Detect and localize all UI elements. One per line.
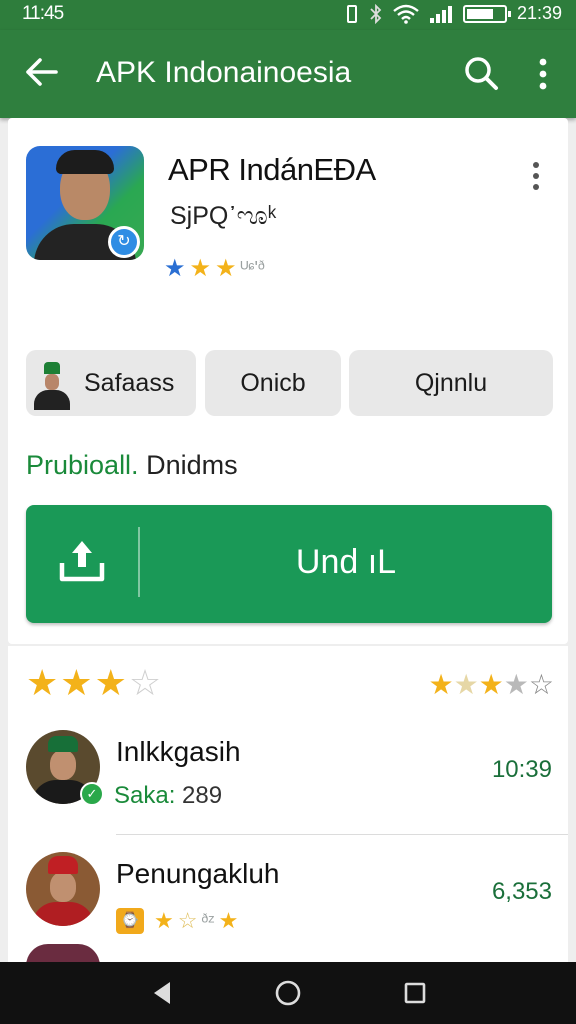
battery-icon [462,4,511,23]
review-value: 10:39 [491,756,552,783]
status-time: 11:45 [22,3,64,24]
nav-back-button[interactable] [148,978,178,1008]
star-icon: ᶞᶻ [201,910,215,931]
rating-trailing-text: ᵁᶝ'ᶞ [240,258,265,278]
status-icons: 21:39 [345,3,562,24]
app-subtitle: SjPQ᾿ೡᵏ [170,202,277,230]
more-vert-icon [533,162,539,190]
more-options-button[interactable] [528,52,558,96]
nav-home-button[interactable] [273,978,303,1008]
signal-icon [429,5,452,23]
chip-1[interactable]: Safaass [26,350,196,416]
chip-label: Onicb [240,368,306,397]
nav-recents-button[interactable] [400,978,430,1008]
star-icon: ★ [189,255,212,282]
star-icon: ★ [164,255,186,282]
arrow-back-icon [26,58,58,86]
app-name: APR IndánEÐA [168,152,376,187]
app-menu-button[interactable] [524,158,548,194]
reviews-section: ★★★☆ ★★★★☆ ✓ Inlkkgasih Saka: 289 10:39 … [8,646,568,966]
review-meta-value: 289 [182,782,223,809]
install-label: Und ıL [295,543,397,581]
star-icon: ★ [215,255,237,282]
watch-badge-icon: ⌚ [116,908,144,934]
review-rating: ⌚ ★ ☆ ᶞᶻ ★ [116,908,238,934]
app-bar: APK Indonainoesia [0,30,576,118]
divider [116,834,568,835]
review-name: Penungakluh [116,858,280,889]
more-vert-icon [539,58,547,90]
app-icon-hair [56,150,114,174]
search-button[interactable] [462,54,502,94]
promo-dark-text: Dnidms [146,450,238,480]
verified-check-icon: ✓ [80,782,104,806]
app-detail-card: ↻ APR IndánEÐA SjPQ᾿ೡᵏ ★ ★ ★ ᵁᶝ'ᶞ Safaas… [8,118,568,644]
review-meta: Saka: 289 [114,782,222,810]
square-recents-icon [404,982,426,1004]
star-icon: ★ [154,908,174,933]
review-value: 6,353 [491,878,552,905]
overall-rating-stars: ★★★☆ [26,662,164,703]
status-bar: 11:45 21:39 [0,0,576,30]
secondary-rating-stars: ★★★★☆ [428,669,554,700]
avatar [26,852,100,926]
refresh-badge-icon: ↻ [108,226,140,258]
wifi-icon [393,4,419,24]
app-bar-title: APK Indonainoesia [96,56,352,89]
chip-avatar [32,362,72,410]
search-icon [465,57,498,90]
review-name: Inlkkgasih [116,736,241,767]
vibrate-icon [346,4,357,23]
upload-icon [56,535,108,587]
chip-3[interactable]: Qjnnlu [349,350,553,416]
promo-text: Prubioall. Dnidms [26,450,238,481]
system-nav-bar [0,962,576,1024]
review-item[interactable]: ✓ Inlkkgasih Saka: 289 10:39 [8,726,568,826]
chip-2[interactable]: Onicb [205,350,341,416]
bluetooth-icon [370,3,382,24]
review-item[interactable]: Penungakluh ⌚ ★ ☆ ᶞᶻ ★ 6,353 [8,848,568,948]
circle-home-icon [275,980,301,1006]
star-icon: ☆ [177,908,198,933]
app-rating: ★ ★ ★ ᵁᶝ'ᶞ [164,254,265,283]
review-meta-label: Saka: [114,782,176,809]
chip-label: Safaass [84,368,175,397]
app-icon: ↻ [26,146,144,260]
back-button[interactable] [24,52,60,92]
triangle-back-icon [154,982,170,1004]
promo-green-text: Prubioall. [26,450,139,480]
chip-label: Qjnnlu [414,368,488,397]
install-button[interactable]: Und ıL [26,505,552,623]
star-icon: ★ [218,908,239,933]
status-time-right: 21:39 [516,3,562,23]
